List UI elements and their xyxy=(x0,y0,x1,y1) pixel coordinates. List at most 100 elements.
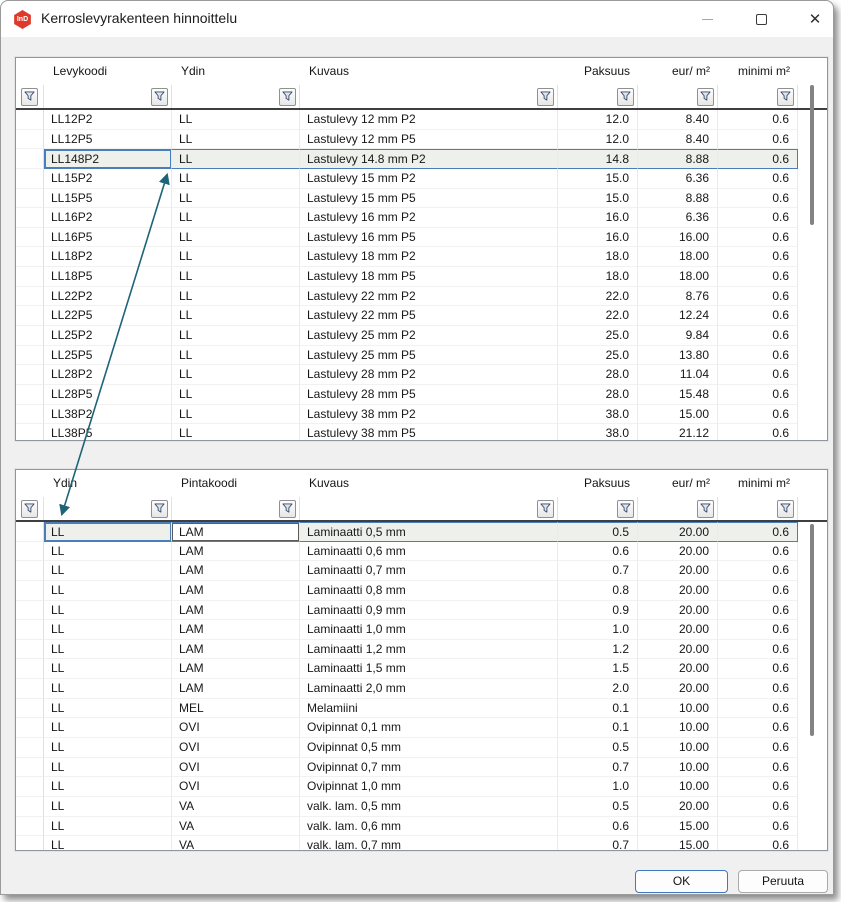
column-header-minimi-m-[interactable]: minimi m² xyxy=(718,58,798,85)
grid-row[interactable]: LL25P5LLLastulevy 25 mm P525.013.800.6 xyxy=(16,346,827,366)
grid-cell[interactable]: 0.6 xyxy=(718,777,798,797)
grid-cell[interactable]: Lastulevy 14.8 mm P2 xyxy=(300,149,558,169)
grid-cell[interactable]: MEL xyxy=(172,699,300,719)
filter-button[interactable] xyxy=(537,88,554,106)
grid-cell[interactable]: Lastulevy 16 mm P5 xyxy=(300,228,558,248)
grid-cell[interactable]: LL xyxy=(44,659,172,679)
grid-cell[interactable]: 0.6 xyxy=(718,306,798,326)
filter-button[interactable] xyxy=(537,500,554,518)
grid-cell[interactable] xyxy=(16,149,44,169)
grid-row[interactable]: LL12P5LLLastulevy 12 mm P512.08.400.6 xyxy=(16,130,827,150)
grid-cell[interactable]: LL xyxy=(44,640,172,660)
grid-cell[interactable]: LL xyxy=(172,365,300,385)
grid-cell[interactable]: 10.00 xyxy=(638,738,718,758)
grid-row[interactable]: LLLAMLaminaatti 0,8 mm0.820.000.6 xyxy=(16,581,827,601)
grid-cell[interactable]: Lastulevy 12 mm P5 xyxy=(300,130,558,150)
grid-cell[interactable]: LL xyxy=(172,424,300,440)
minimize-button[interactable] xyxy=(684,1,730,37)
grid-cell[interactable]: 38.0 xyxy=(558,405,638,425)
grid-cell[interactable]: 0.6 xyxy=(718,130,798,150)
grid-cell[interactable]: LL xyxy=(44,620,172,640)
grid-row[interactable]: LL25P2LLLastulevy 25 mm P225.09.840.6 xyxy=(16,326,827,346)
grid-cell[interactable]: 15.48 xyxy=(638,385,718,405)
grid-cell[interactable]: 8.88 xyxy=(638,149,718,169)
grid-cell[interactable]: LAM xyxy=(172,522,300,542)
grid-cell[interactable]: 38.0 xyxy=(558,424,638,440)
grid-row[interactable]: LLLAMLaminaatti 0,9 mm0.920.000.6 xyxy=(16,601,827,621)
grid-cell[interactable]: 15.00 xyxy=(638,405,718,425)
grid-cell[interactable]: 10.00 xyxy=(638,758,718,778)
grid-cell[interactable]: LL18P5 xyxy=(44,267,172,287)
grid-cell[interactable]: LL xyxy=(44,738,172,758)
grid-row[interactable]: LLOVIOvipinnat 0,5 mm0.510.000.6 xyxy=(16,738,827,758)
grid-cell[interactable]: 0.6 xyxy=(718,405,798,425)
grid-cell[interactable]: LL xyxy=(172,267,300,287)
filter-cell[interactable] xyxy=(718,497,798,520)
grid-cell[interactable]: VA xyxy=(172,817,300,837)
grid-row[interactable]: LL15P2LLLastulevy 15 mm P215.06.360.6 xyxy=(16,169,827,189)
column-header-eur-m-[interactable]: eur/ m² xyxy=(638,58,718,85)
grid-cell[interactable]: LL22P2 xyxy=(44,287,172,307)
grid-cell[interactable]: LAM xyxy=(172,659,300,679)
grid-cell[interactable]: 8.88 xyxy=(638,189,718,209)
filter-button[interactable] xyxy=(777,88,794,106)
grid-cell[interactable]: LL xyxy=(44,601,172,621)
grid-cell[interactable]: 0.6 xyxy=(718,326,798,346)
grid-cell[interactable] xyxy=(16,601,44,621)
grid-cell[interactable]: Ovipinnat 0,1 mm xyxy=(300,718,558,738)
grid-cell[interactable] xyxy=(16,267,44,287)
grid-cell[interactable]: 15.0 xyxy=(558,169,638,189)
grid-cell[interactable]: 28.0 xyxy=(558,385,638,405)
filter-button[interactable] xyxy=(279,88,296,106)
grid-cell[interactable]: Lastulevy 22 mm P2 xyxy=(300,287,558,307)
grid-cell[interactable]: 8.76 xyxy=(638,287,718,307)
grid-cell[interactable] xyxy=(16,836,44,850)
grid-cell[interactable]: 1.0 xyxy=(558,620,638,640)
grid-cell[interactable]: valk. lam. 0,6 mm xyxy=(300,817,558,837)
grid-row[interactable]: LLVAvalk. lam. 0,7 mm0.715.000.6 xyxy=(16,836,827,850)
grid-cell[interactable]: LL xyxy=(172,110,300,130)
grid-cell[interactable] xyxy=(16,228,44,248)
filter-cell[interactable] xyxy=(16,497,44,520)
grid-cell[interactable]: 13.80 xyxy=(638,346,718,366)
grid-cell[interactable]: OVI xyxy=(172,758,300,778)
grid-cell[interactable]: 1.2 xyxy=(558,640,638,660)
grid-cell[interactable] xyxy=(16,208,44,228)
filter-cell[interactable] xyxy=(172,85,300,108)
close-button[interactable]: ✕ xyxy=(792,1,834,37)
grid-row[interactable]: LL16P2LLLastulevy 16 mm P216.06.360.6 xyxy=(16,208,827,228)
grid-cell[interactable]: LL38P2 xyxy=(44,405,172,425)
grid-cell[interactable]: LL28P5 xyxy=(44,385,172,405)
grid-cell[interactable] xyxy=(16,620,44,640)
grid-cell[interactable]: 0.6 xyxy=(718,581,798,601)
grid-row[interactable]: LL18P2LLLastulevy 18 mm P218.018.000.6 xyxy=(16,247,827,267)
grid-cell[interactable]: LL xyxy=(172,287,300,307)
grid-cell[interactable]: LL xyxy=(44,758,172,778)
grid-cell[interactable]: LL xyxy=(172,130,300,150)
grid-cell[interactable]: Laminaatti 0,9 mm xyxy=(300,601,558,621)
grid-cell[interactable] xyxy=(16,561,44,581)
grid-cell[interactable]: 0.6 xyxy=(718,228,798,248)
grid-cell[interactable]: LAM xyxy=(172,601,300,621)
grid-row[interactable]: LLLAMLaminaatti 0,6 mm0.620.000.6 xyxy=(16,542,827,562)
filter-button[interactable] xyxy=(617,500,634,518)
grid-cell[interactable]: 18.0 xyxy=(558,267,638,287)
grid-row[interactable]: LL15P5LLLastulevy 15 mm P515.08.880.6 xyxy=(16,189,827,209)
grid-cell[interactable]: 0.6 xyxy=(718,738,798,758)
grid-cell[interactable] xyxy=(16,189,44,209)
column-header-indicator[interactable] xyxy=(16,470,44,497)
grid-cell[interactable]: LAM xyxy=(172,561,300,581)
grid-cell[interactable]: 0.8 xyxy=(558,581,638,601)
grid-cell[interactable]: 0.6 xyxy=(718,365,798,385)
grid-body[interactable]: LL12P2LLLastulevy 12 mm P212.08.400.6LL1… xyxy=(16,110,827,440)
grid-cell[interactable]: 0.6 xyxy=(718,758,798,778)
grid-cell[interactable]: 18.00 xyxy=(638,267,718,287)
grid-cell[interactable]: LAM xyxy=(172,679,300,699)
grid-cell[interactable]: Laminaatti 0,6 mm xyxy=(300,542,558,562)
column-header-kuvaus[interactable]: Kuvaus xyxy=(300,470,558,497)
title-bar[interactable]: InD Kerroslevyrakenteen hinnoittelu ✕ xyxy=(1,1,833,37)
grid-row[interactable]: LL38P2LLLastulevy 38 mm P238.015.000.6 xyxy=(16,405,827,425)
grid-cell[interactable]: LL xyxy=(172,228,300,248)
filter-cell[interactable] xyxy=(718,85,798,108)
grid-cell[interactable]: 0.6 xyxy=(718,110,798,130)
